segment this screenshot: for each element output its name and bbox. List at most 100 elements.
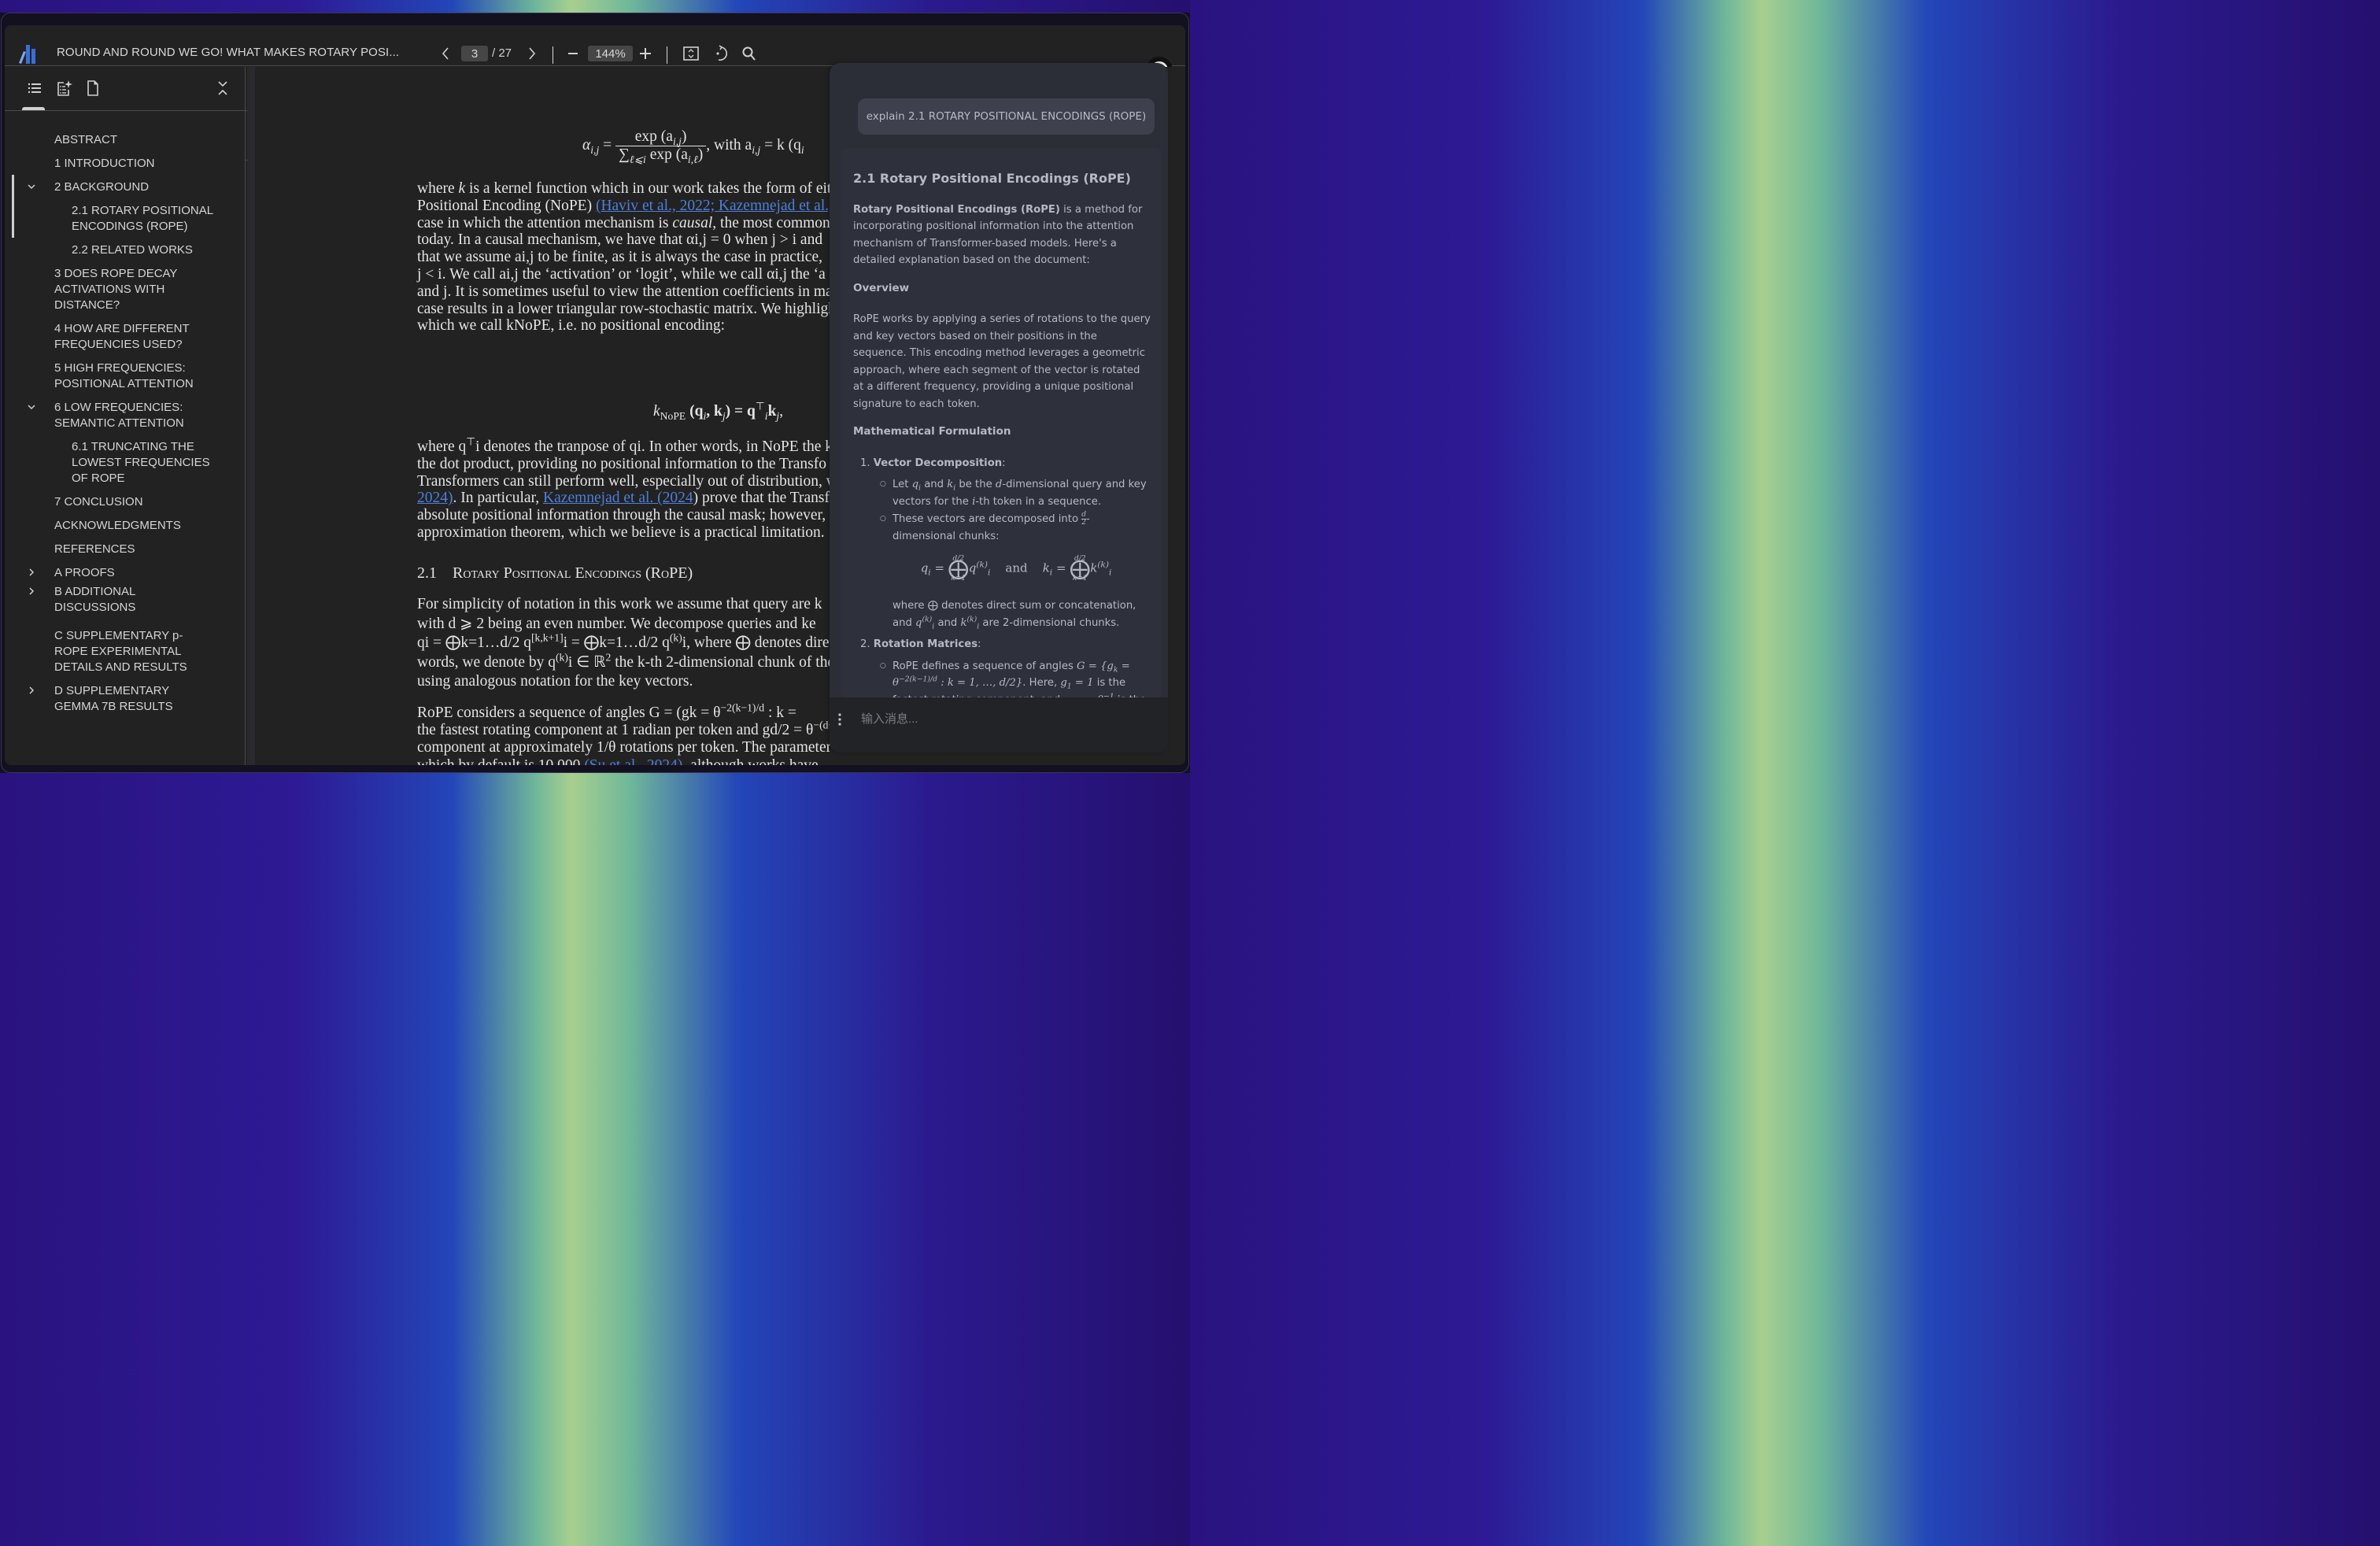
list-item-vector-decomposition: 1. Vector Decomposition: Let qi and ki b… [860,455,1152,632]
zoom-out-button[interactable] [562,43,584,65]
collapse-all-button[interactable] [214,80,231,97]
text-line: which we call kNoPE, i.e. no positional … [417,317,725,335]
plus-icon [640,48,651,59]
tab-pages[interactable] [84,80,102,97]
text-run: ) prove that the Transfor [693,490,843,507]
tab-ai-outline[interactable] [55,80,72,97]
toc-item-label: ABSTRACT [54,133,118,146]
more-vertical-icon [838,713,841,726]
fit-page-icon [683,46,699,61]
active-tab-indicator [22,107,45,110]
zoom-in-button[interactable] [634,43,656,65]
fit-page-button[interactable] [680,43,702,65]
list-item-rotation-matrices: 2. Rotation Matrices: RoPE defines a seq… [860,636,1152,699]
citation-link[interactable]: (Su et al., 2024) [584,757,682,765]
equation-attention-softmax: αi,j = exp (ai,j) ∑ℓ⩽i exp (ai,ℓ) , with… [582,128,804,165]
text-line: For simplicity of notation in this work … [417,596,822,613]
rotate-button[interactable] [710,43,732,65]
rotate-icon [716,45,728,61]
text-run: k=1…d/2 [599,634,659,651]
toc-item-label: 1 INTRODUCTION [54,157,155,170]
toc-item-label: 6 LOW FREQUENCIES: SEMANTIC ATTENTION [54,401,184,430]
zoom-level-input[interactable]: 144% [588,46,633,61]
chevron-right-icon[interactable] [27,584,38,600]
toc-item-label: 5 HIGH FREQUENCIES: POSITIONAL ATTENTION [54,361,194,390]
text-line: where q⊤i denotes the tranpose of qi. In… [417,435,840,456]
text-run: words, we denote by q [417,653,556,671]
display-equation-caption: where ⨁ denotes direct sum or concatenat… [893,600,1136,631]
toc-item-label: 6.1 TRUNCATING THE LOWEST FREQUENCIES OF… [72,440,210,485]
chevron-left-icon [442,47,449,60]
bullet-item: RoPE defines a sequence of angles G = {g… [880,658,1152,700]
tab-outline[interactable] [26,80,43,97]
text-line: approximation theorem, which we believe … [417,524,825,542]
text-run: ⊤ [466,435,476,448]
text-run: , i.e. no positional encoding: [550,317,726,335]
text-line: and j. It is sometimes useful to view th… [417,283,837,301]
text-run: i,j [694,231,707,249]
text-line: Positional Encoding (NoPE) (Haviv et al.… [417,198,852,215]
user-message: explain 2.1 ROTARY POSITIONAL ENCODINGS … [858,98,1155,135]
text-line: qi = ⨁k=1…d/2 q[k,k+1]i = ⨁k=1…d/2 q(k)i… [417,632,836,652]
text-run: case results in a lower triangular row-s… [417,300,841,317]
text-line: case results in a lower triangular row-s… [417,301,840,318]
citation-link[interactable]: 2024) [417,490,453,506]
text-run: Transformers can still perform well, esp… [417,472,837,490]
text-run: k [458,180,466,197]
text-run: k [689,705,697,721]
ai-list-icon [57,80,72,96]
page-number-input[interactable]: 3 [461,46,488,61]
text-run: , the most common t [712,214,839,231]
search-icon [742,46,756,61]
toc-item-label: ACKNOWLEDGMENTS [54,519,181,532]
chevron-right-icon[interactable] [27,565,38,581]
text-run: component at approximately 1/θ rotations… [417,739,843,756]
assistant-message: 2.1 Rotary Positional Encodings (RoPE) R… [841,148,1162,699]
answer-title: 2.1 Rotary Positional Encodings (RoPE) [853,171,1131,186]
scrollbar-track[interactable] [247,67,255,765]
text-line: RoPE considers a sequence of angles G = … [417,702,796,722]
chevron-right-icon [529,47,536,60]
text-line: using analogous notation for the key vec… [417,673,693,690]
bullet-item: These vectors are decomposed into d2-dim… [880,511,1152,545]
text-run: absolute positional information through … [417,507,842,524]
citation-link[interactable]: (Haviv et al., 2022; Kazemnejad et al., … [596,198,852,214]
text-run: the ‘a [787,266,826,283]
collapse-all-icon [218,81,227,95]
answer-heading-math: Mathematical Formulation [853,425,1011,438]
chevron-right-icon[interactable] [27,683,38,699]
more-options-button[interactable] [834,712,845,727]
text-run: (k) [556,651,568,663]
next-page-button[interactable] [521,43,543,65]
text-run: causal [672,214,713,231]
text-run: . In particular, [453,490,544,507]
text-run: q [658,634,670,651]
toc-item-label: 4 HOW ARE DIFFERENT FREQUENCIES USED? [54,322,190,351]
text-run: : k = [764,705,796,721]
document-title: ROUND AND ROUND WE GO! WHAT MAKES ROTARY… [57,46,400,59]
sidebar-tabs [5,67,245,111]
text-line: j < i. We call ai,j the ‘activation’ or … [417,266,826,283]
text-run: i,j [774,266,787,283]
text-run: j < i. We call a [417,266,507,283]
citation-link[interactable]: Kazemnejad et al. (2024 [543,490,693,506]
equation-nope-kernel: kNoPE (qi, kj) = q⊤ikj, [653,400,784,422]
prev-page-button[interactable] [434,43,456,65]
answer-overview-text: RoPE works by applying a series of rotat… [853,313,1151,410]
text-line: absolute positional information through … [417,507,841,524]
chat-message-input[interactable] [861,707,1144,730]
text-run: = θ [789,722,814,739]
toc-item-label: C SUPPLEMENTARY p-ROPE EXPERIMENTAL DETA… [54,629,187,674]
chat-input-bar [830,697,1168,753]
text-run: = 0 when j > i and [706,231,823,249]
search-button[interactable] [738,43,760,65]
toc-item-label: 2.1 ROTARY POSITIONAL ENCODINGS (ROPE) [72,204,213,233]
table-of-contents: ABSTRACT 1 INTRODUCTION 2 BACKGROUND 2.1 RO… [5,114,245,765]
chevron-down-icon[interactable] [27,179,38,195]
text-run: . In other words, in NoPE the ke [641,438,840,455]
text-line: that we assume ai,j to be finite, as it … [417,249,822,266]
chevron-down-icon[interactable] [27,400,38,416]
ai-chat-panel: explain 2.1 ROTARY POSITIONAL ENCODINGS … [830,63,1168,753]
toc-item-label: A PROOFS [54,566,115,579]
answer-intro: Rotary Positional Encodings (RoPE) is a … [853,203,1143,267]
